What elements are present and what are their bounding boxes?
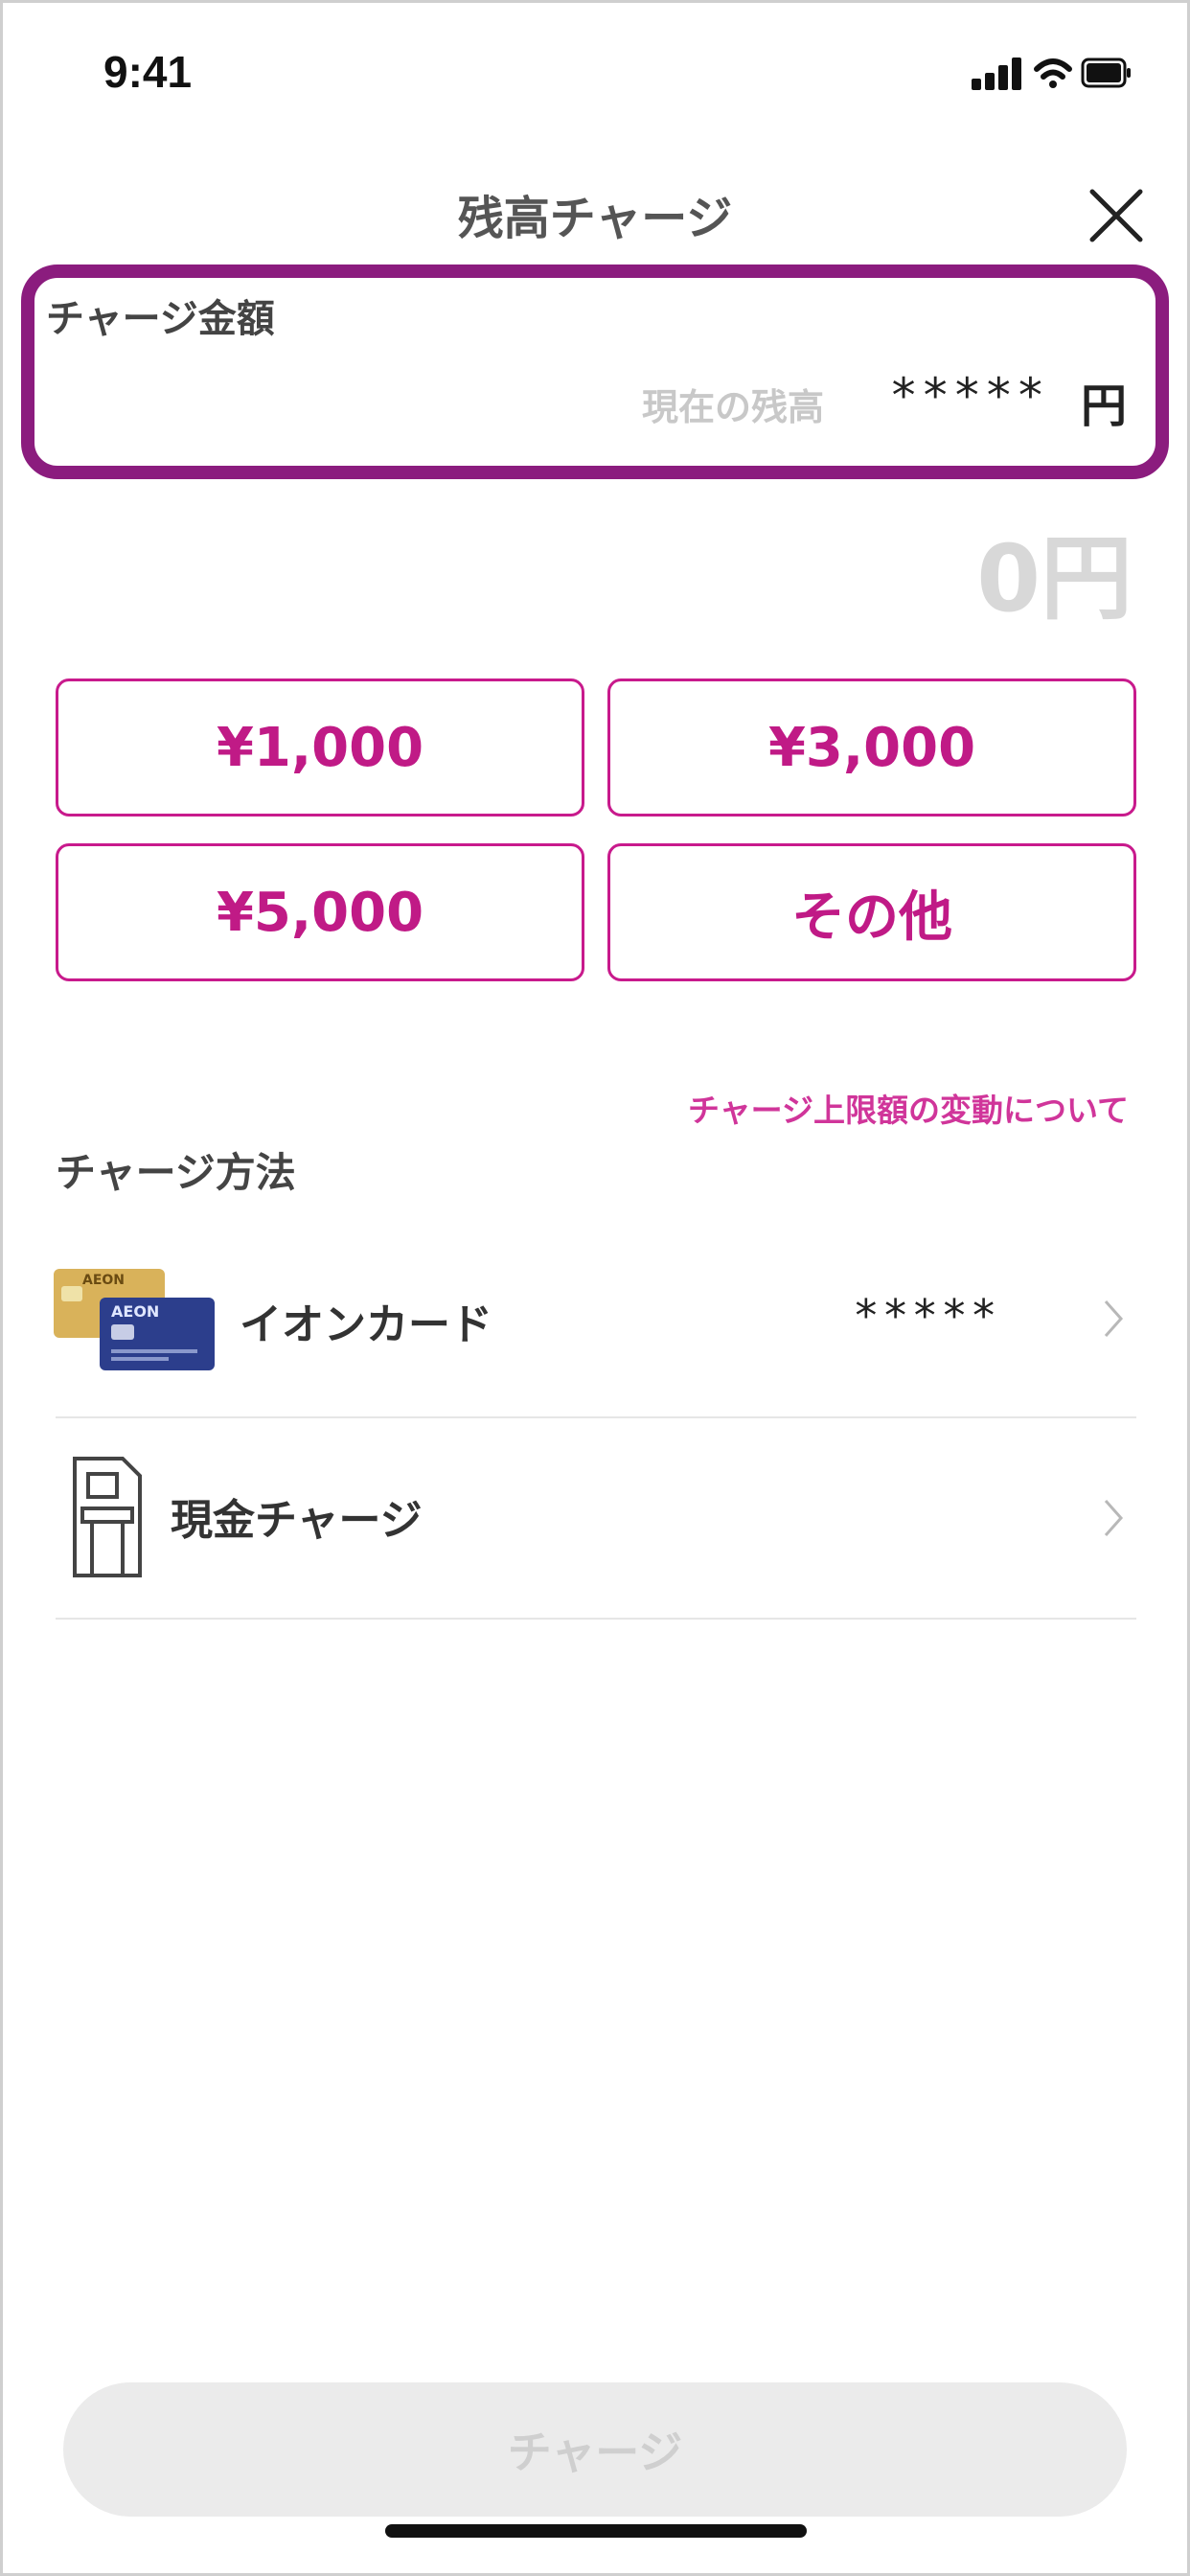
charge-amount-label: チャージ金額 (46, 297, 275, 341)
current-balance-value: ***** (889, 368, 1048, 424)
charge-method-title: チャージ方法 (56, 1149, 296, 1196)
wifi-icon (1034, 58, 1072, 88)
status-time: 9:41 (103, 47, 193, 97)
chevron-right-icon (1104, 1500, 1124, 1536)
battery-icon (1081, 58, 1131, 88)
method-label-aeon-card: イオンカード (240, 1300, 492, 1349)
svg-text:AEON: AEON (82, 1273, 125, 1288)
home-indicator[interactable] (385, 2524, 807, 2538)
chevron-right-icon (1104, 1300, 1124, 1337)
current-balance-label: 現在の残高 (642, 386, 825, 428)
current-balance-unit: 円 (1081, 380, 1128, 433)
close-icon[interactable] (1083, 182, 1150, 249)
aeon-card-value: ***** (853, 1290, 1000, 1342)
svg-text:AEON: AEON (111, 1302, 159, 1321)
aeon-card-icon: AEON AEON (54, 1269, 215, 1370)
preset-3000-button[interactable]: ¥3,000 (607, 678, 1136, 816)
cellular-signal-icon (972, 58, 1021, 90)
charge-button[interactable]: チャージ (63, 2382, 1127, 2517)
preset-other-button[interactable]: その他 (607, 843, 1136, 981)
atm-icon (73, 1457, 142, 1577)
method-row-aeon-card[interactable]: AEON AEON イオンカード ***** (54, 1236, 1136, 1418)
preset-1000-button[interactable]: ¥1,000 (56, 678, 584, 816)
method-row-cash-charge[interactable]: 現金チャージ (56, 1418, 1136, 1620)
status-icons (972, 58, 1131, 90)
charge-limit-link[interactable]: チャージ上限額の変動について (688, 1085, 1129, 1131)
preset-5000-button[interactable]: ¥5,000 (56, 843, 584, 981)
page-title: 残高チャージ (457, 192, 733, 245)
charge-amount-input[interactable]: 0円 (976, 504, 1133, 637)
method-label-cash-charge: 現金チャージ (171, 1496, 423, 1545)
